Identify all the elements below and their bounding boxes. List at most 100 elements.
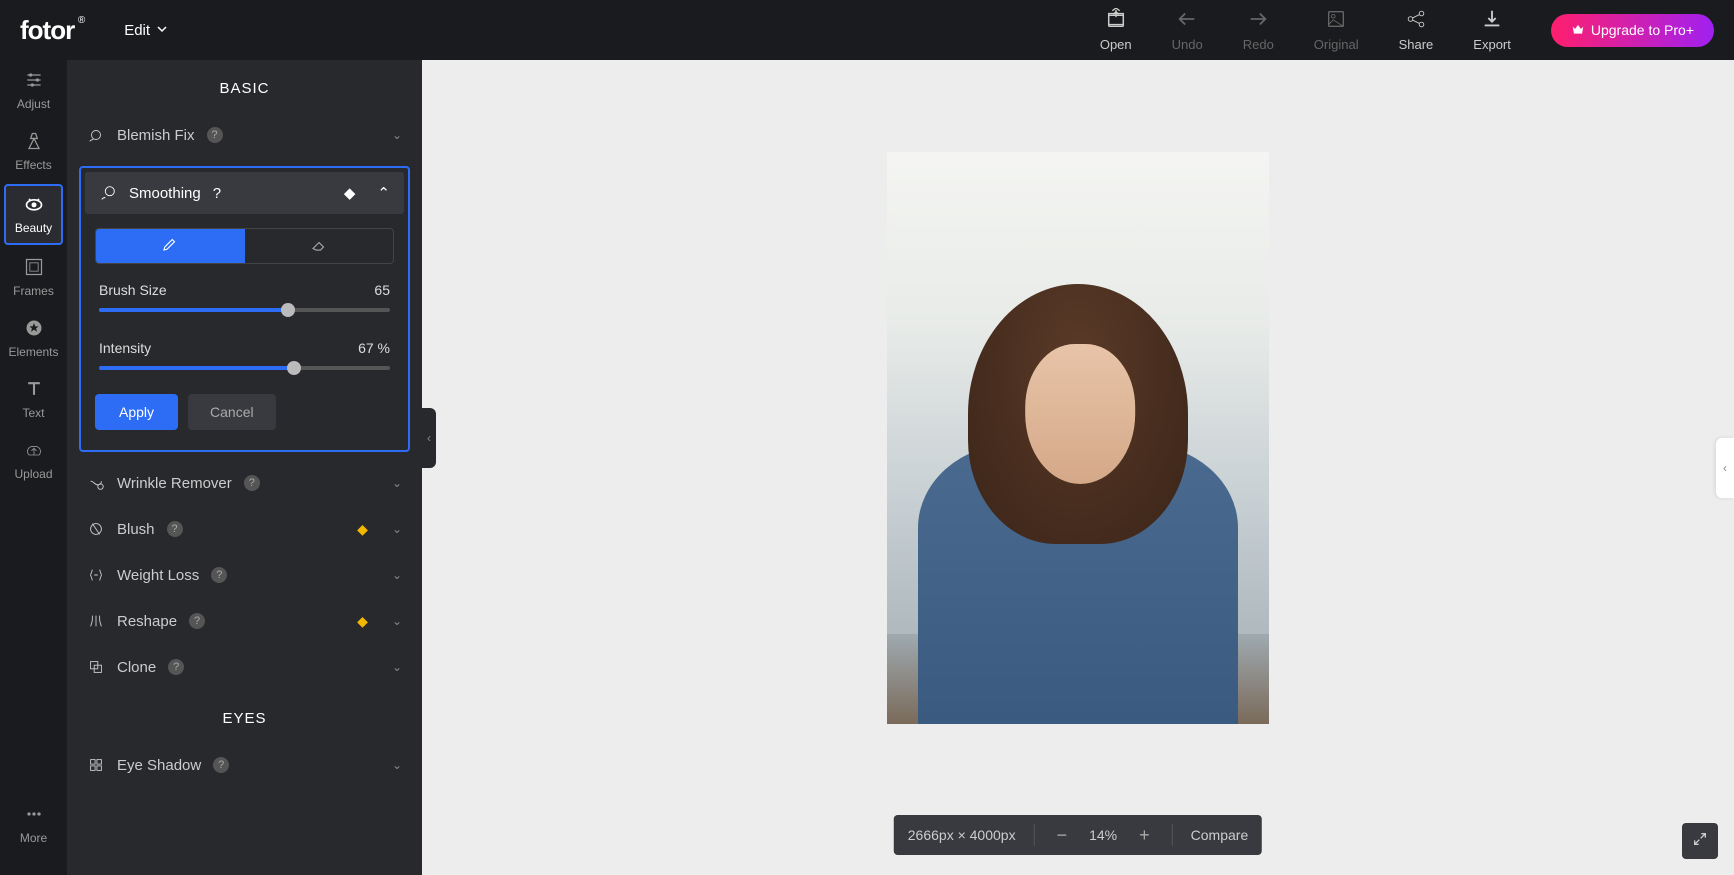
reshape-icon bbox=[87, 612, 105, 630]
redo-icon bbox=[1247, 8, 1269, 33]
chevron-down-icon: ⌄ bbox=[392, 128, 402, 142]
section-basic-title: BASIC bbox=[67, 60, 422, 112]
open-icon bbox=[1105, 8, 1127, 33]
effects-icon bbox=[24, 131, 44, 154]
undo-icon bbox=[1176, 8, 1198, 33]
slider-thumb[interactable] bbox=[281, 303, 295, 317]
photo-canvas[interactable] bbox=[887, 152, 1269, 724]
zoom-in-button[interactable]: + bbox=[1135, 825, 1154, 846]
share-button[interactable]: Share bbox=[1399, 8, 1434, 52]
help-icon[interactable]: ? bbox=[189, 613, 205, 629]
brush-mode-button[interactable] bbox=[96, 229, 245, 263]
nav-more-label: More bbox=[20, 831, 47, 845]
undo-button[interactable]: Undo bbox=[1172, 8, 1203, 52]
brush-icon bbox=[161, 235, 179, 258]
slider-thumb[interactable] bbox=[287, 361, 301, 375]
chevron-left-icon: ‹ bbox=[427, 431, 431, 445]
status-bar: 2666px × 4000px − 14% + Compare bbox=[894, 815, 1262, 855]
image-dimensions: 2666px × 4000px bbox=[908, 827, 1016, 843]
tool-clone[interactable]: Clone ? ⌄ bbox=[67, 644, 422, 690]
collapse-panel-handle[interactable]: ‹ bbox=[422, 408, 436, 468]
chevron-down-icon: ⌄ bbox=[392, 568, 402, 582]
export-icon bbox=[1481, 8, 1503, 33]
intensity-value: 67 % bbox=[358, 340, 390, 356]
nav-upload[interactable]: Upload bbox=[0, 430, 67, 491]
clone-icon bbox=[87, 658, 105, 676]
tool-weight-loss[interactable]: Weight Loss ? ⌄ bbox=[67, 552, 422, 598]
help-icon[interactable]: ? bbox=[168, 659, 184, 675]
clone-label: Clone bbox=[117, 659, 156, 676]
nav-effects[interactable]: Effects bbox=[0, 121, 67, 182]
redo-button[interactable]: Redo bbox=[1243, 8, 1274, 52]
nav-adjust[interactable]: Adjust bbox=[0, 60, 67, 121]
section-eyes-title: EYES bbox=[67, 690, 422, 742]
upgrade-label: Upgrade to Pro+ bbox=[1591, 22, 1694, 38]
brush-size-value: 65 bbox=[374, 282, 390, 298]
smoothing-label: Smoothing bbox=[129, 185, 201, 202]
help-icon[interactable]: ? bbox=[213, 185, 221, 202]
nav-beauty[interactable]: Beauty bbox=[4, 184, 63, 245]
brush-size-label: Brush Size bbox=[99, 282, 167, 298]
tool-blemish-fix[interactable]: Blemish Fix ? ⌄ bbox=[67, 112, 422, 158]
blush-label: Blush bbox=[117, 521, 155, 538]
nav-frames[interactable]: Frames bbox=[0, 247, 67, 308]
blush-icon bbox=[87, 520, 105, 538]
nav-text-label: Text bbox=[22, 406, 44, 420]
tool-smoothing[interactable]: Smoothing ? ◆ ⌃ bbox=[85, 172, 404, 214]
adjust-icon bbox=[24, 70, 44, 93]
wrinkle-icon bbox=[87, 474, 105, 492]
reshape-label: Reshape bbox=[117, 613, 177, 630]
tool-reshape[interactable]: Reshape ? ◆ ⌄ bbox=[67, 598, 422, 644]
intensity-slider[interactable] bbox=[99, 366, 390, 370]
zoom-out-button[interactable]: − bbox=[1053, 825, 1072, 846]
expand-right-handle[interactable]: ‹ bbox=[1716, 438, 1734, 498]
open-label: Open bbox=[1100, 37, 1132, 52]
text-icon bbox=[24, 379, 44, 402]
chevron-down-icon bbox=[156, 22, 168, 39]
compare-button[interactable]: Compare bbox=[1191, 827, 1249, 843]
smoothing-panel: Smoothing ? ◆ ⌃ Brush Size 65 bbox=[79, 166, 410, 452]
eraser-icon bbox=[310, 235, 328, 258]
brush-size-slider-block: Brush Size 65 bbox=[85, 264, 404, 312]
nav-effects-label: Effects bbox=[15, 158, 51, 172]
tool-wrinkle-remover[interactable]: Wrinkle Remover ? ⌄ bbox=[67, 460, 422, 506]
elements-icon bbox=[24, 318, 44, 341]
tool-eye-shadow[interactable]: Eye Shadow ? ⌄ bbox=[67, 742, 422, 788]
premium-diamond-icon: ◆ bbox=[344, 184, 356, 202]
upload-icon bbox=[24, 440, 44, 463]
weight-label: Weight Loss bbox=[117, 567, 199, 584]
export-label: Export bbox=[1473, 37, 1511, 52]
upgrade-button[interactable]: Upgrade to Pro+ bbox=[1551, 14, 1714, 47]
beauty-panel: BASIC Blemish Fix ? ⌄ Smoothing ? ◆ ⌃ Br… bbox=[67, 60, 422, 875]
help-icon[interactable]: ? bbox=[244, 475, 260, 491]
erase-mode-button[interactable] bbox=[245, 229, 394, 263]
fullscreen-button[interactable] bbox=[1682, 823, 1718, 859]
tool-blush[interactable]: Blush ? ◆ ⌄ bbox=[67, 506, 422, 552]
nav-text[interactable]: Text bbox=[0, 369, 67, 430]
expand-icon bbox=[1692, 831, 1708, 852]
original-button[interactable]: Original bbox=[1314, 8, 1359, 52]
open-button[interactable]: Open bbox=[1100, 8, 1132, 52]
chevron-down-icon: ⌄ bbox=[392, 660, 402, 674]
undo-label: Undo bbox=[1172, 37, 1203, 52]
help-icon[interactable]: ? bbox=[213, 757, 229, 773]
help-icon[interactable]: ? bbox=[167, 521, 183, 537]
eye-shadow-label: Eye Shadow bbox=[117, 757, 201, 774]
chevron-down-icon: ⌄ bbox=[392, 476, 402, 490]
chevron-up-icon: ⌃ bbox=[377, 184, 390, 202]
smoothing-icon bbox=[99, 184, 117, 202]
share-icon bbox=[1405, 8, 1427, 33]
eye-shadow-icon bbox=[87, 756, 105, 774]
export-button[interactable]: Export bbox=[1473, 8, 1511, 52]
nav-more[interactable]: More bbox=[0, 794, 67, 855]
edit-menu[interactable]: Edit bbox=[124, 22, 168, 39]
nav-elements[interactable]: Elements bbox=[0, 308, 67, 369]
brush-size-slider[interactable] bbox=[99, 308, 390, 312]
canvas-area[interactable]: 2666px × 4000px − 14% + Compare ‹ bbox=[422, 60, 1734, 875]
cancel-button[interactable]: Cancel bbox=[188, 394, 276, 430]
help-icon[interactable]: ? bbox=[211, 567, 227, 583]
logo: fotor® bbox=[20, 15, 74, 46]
apply-button[interactable]: Apply bbox=[95, 394, 178, 430]
nav-frames-label: Frames bbox=[13, 284, 54, 298]
help-icon[interactable]: ? bbox=[207, 127, 223, 143]
